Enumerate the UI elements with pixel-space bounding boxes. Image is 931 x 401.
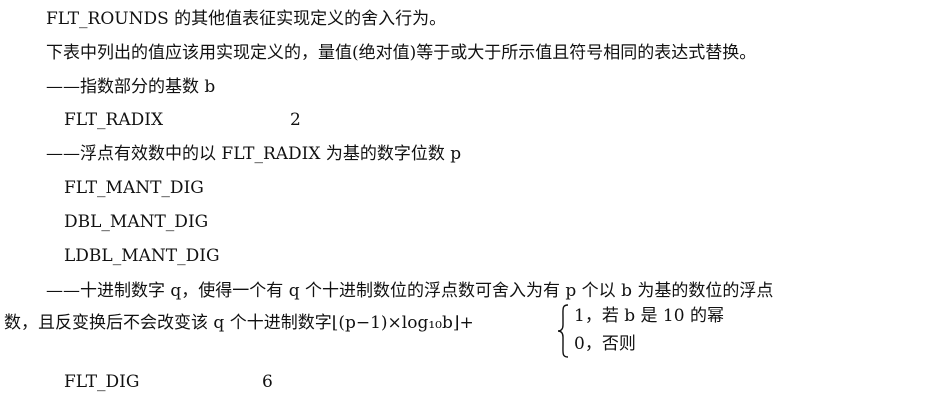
paragraph-flt-rounds: FLT_ROUNDS 的其他值表征实现定义的舍入行为。 xyxy=(46,9,447,29)
piecewise-formula: 1，若 b 是 10 的幂 0，否则 xyxy=(556,303,756,363)
item-decimal-digits: ——十进制数字 q，使得一个有 q 个十进制数位的浮点数可舍入为有 p 个以 b… xyxy=(46,281,774,301)
macro-value: 6 xyxy=(262,372,273,392)
macro-name: FLT_DIG xyxy=(64,372,140,392)
macro-row-flt-radix: FLT_RADIX 2 xyxy=(64,109,301,131)
macro-dbl-mant-dig: DBL_MANT_DIG xyxy=(64,212,209,232)
formula-case-one: 1，若 b 是 10 的幂 xyxy=(574,306,724,326)
item-mantissa-digits: ——浮点有效数中的以 FLT_RADIX 为基的数字位数 p xyxy=(46,144,462,164)
left-brace-icon xyxy=(557,304,569,358)
macro-ldbl-mant-dig: LDBL_MANT_DIG xyxy=(64,246,220,266)
macro-row-flt-dig: FLT_DIG 6 xyxy=(64,371,273,393)
item-decimal-digits-continuation: 数，且反变换后不会改变该 q 个十进制数字⌊(p−1)×log₁₀b⌋+ xyxy=(4,313,474,333)
paragraph-replacement-rule: 下表中列出的值应该用实现定义的，量值(绝对值)等于或大于所示值且符号相同的表达式… xyxy=(46,43,757,63)
macro-value: 2 xyxy=(290,110,301,130)
macro-name: FLT_RADIX xyxy=(64,110,164,130)
macro-flt-mant-dig: FLT_MANT_DIG xyxy=(64,178,204,198)
item-exponent-base: ——指数部分的基数 b xyxy=(46,77,216,97)
formula-case-zero: 0，否则 xyxy=(574,334,636,354)
